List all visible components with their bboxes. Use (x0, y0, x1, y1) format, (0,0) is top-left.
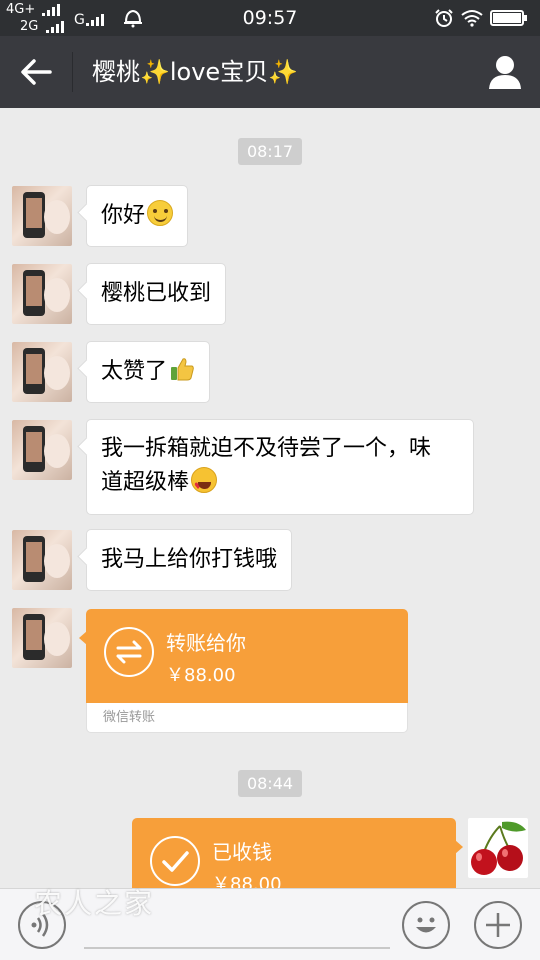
message-bubble[interactable]: 我一拆箱就迫不及待尝了一个，味 道超级棒 (86, 419, 474, 515)
smile-emoji-icon (147, 200, 174, 226)
contact-avatar[interactable] (12, 608, 72, 668)
chat-header: 樱桃✨love宝贝✨ (0, 36, 540, 108)
transfer-card-body: 转账给你 ￥88.00 (86, 609, 408, 703)
my-avatar-cherry[interactable] (468, 818, 528, 878)
transfer-title: 已收钱 (212, 840, 272, 864)
alarm-clock-icon (435, 9, 453, 27)
contact-avatar[interactable] (12, 342, 72, 402)
heart-eyes-emoji-icon (191, 467, 218, 504)
message-bubble[interactable]: 樱桃已收到 (86, 263, 227, 325)
transfer-arrows-icon (104, 627, 154, 677)
watermark: 农人之家 (34, 887, 155, 920)
more-options-button[interactable] (474, 901, 522, 949)
emoji-face-icon (416, 917, 436, 933)
cherry-icon (471, 821, 526, 875)
system-indicators (434, 8, 530, 28)
checkmark-icon (150, 836, 200, 886)
contact-avatar[interactable] (12, 530, 72, 590)
chat-title: 樱桃✨love宝贝✨ (92, 58, 299, 86)
status-bar: 4G+ 2G G 09:57 (0, 0, 540, 36)
message-input[interactable] (84, 947, 390, 949)
contact-profile-icon[interactable] (488, 54, 522, 90)
message-bubble[interactable]: 我马上给你打钱哦 (86, 529, 293, 591)
chat-message-list[interactable]: 08:17 你好 樱桃已收到 太赞了 我一拆箱就迫不及待尝了一个，味 道超级棒 … (0, 108, 540, 888)
bubble-tail (455, 840, 463, 854)
emoji-button[interactable] (402, 901, 450, 949)
header-divider (72, 52, 73, 92)
transfer-amount: ￥88.00 (166, 665, 236, 686)
transfer-card-incoming[interactable]: 转账给你 ￥88.00 微信转账 (79, 609, 408, 733)
wifi-icon (461, 10, 483, 27)
transfer-amount: ￥88.00 (212, 874, 282, 888)
contact-avatar[interactable] (12, 420, 72, 480)
transfer-card-received[interactable]: 已收钱 ￥88.00 (132, 818, 463, 888)
transfer-title: 转账给你 (166, 631, 246, 655)
back-arrow-icon[interactable] (20, 56, 54, 88)
contact-avatar[interactable] (12, 264, 72, 324)
timestamp: 08:44 (0, 770, 540, 797)
contact-avatar[interactable] (12, 186, 72, 246)
thumbs-up-emoji-icon (171, 358, 194, 381)
battery-icon (490, 10, 527, 26)
timestamp: 08:17 (0, 138, 540, 165)
message-bubble[interactable]: 你好 (86, 185, 189, 247)
plus-icon (486, 913, 510, 937)
transfer-source-label: 微信转账 (86, 703, 408, 733)
message-bubble[interactable]: 太赞了 (86, 341, 211, 403)
transfer-card-body: 已收钱 ￥88.00 (132, 818, 456, 888)
